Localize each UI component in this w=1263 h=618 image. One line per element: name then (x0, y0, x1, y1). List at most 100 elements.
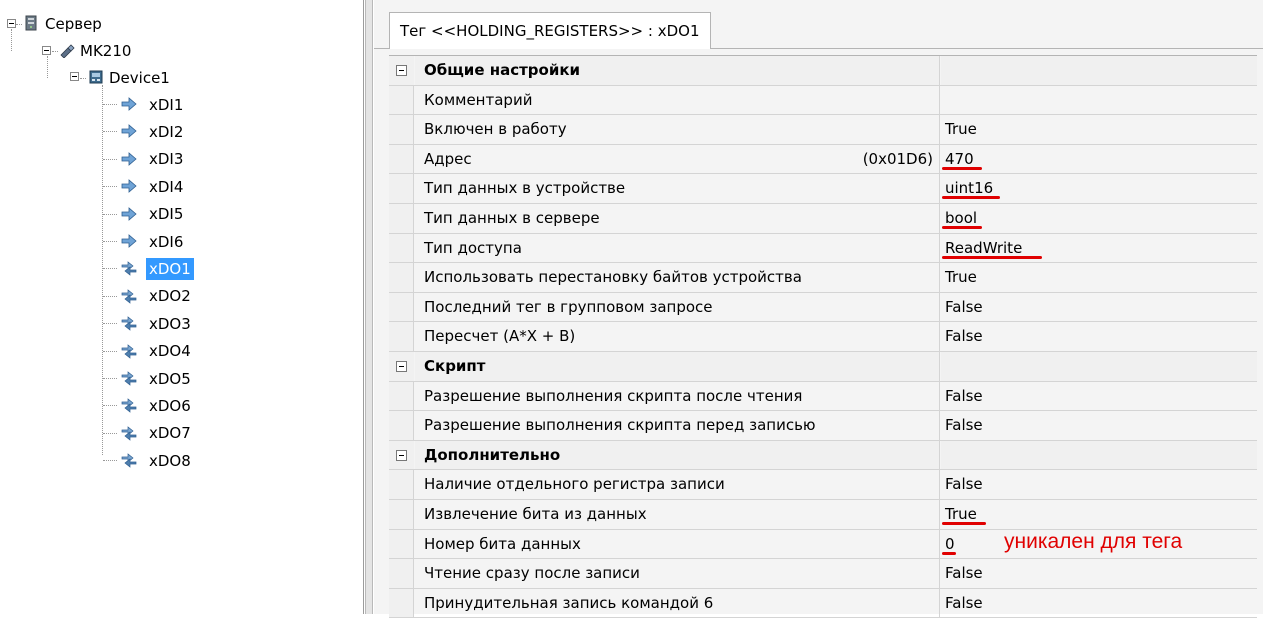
input-tag-icon (121, 179, 137, 194)
row-gutter (389, 559, 414, 588)
row-gutter (389, 263, 414, 292)
pane-splitter[interactable] (365, 0, 373, 614)
row-gutter (389, 529, 414, 559)
property-value[interactable]: False (941, 589, 1257, 618)
property-row[interactable]: Комментарий (389, 85, 1257, 116)
row-gutter (389, 470, 414, 499)
tree-node-controller[interactable]: MK210 (77, 37, 134, 63)
property-value[interactable]: False (941, 470, 1257, 499)
tree-node-device[interactable]: Device1 (106, 64, 173, 90)
property-category[interactable]: Скрипт (389, 351, 1257, 382)
row-gutter (389, 381, 414, 411)
input-tag-icon (121, 206, 137, 221)
collapse-toggle-server[interactable] (7, 19, 16, 28)
property-category[interactable]: Общие настройки (389, 56, 1257, 86)
property-row[interactable]: Разрешение выполнения скрипта после чтен… (389, 381, 1257, 412)
name-text: Разрешение выполнения скрипта после чтен… (424, 386, 803, 405)
property-row[interactable]: Тип данных в сервере bool (389, 203, 1257, 234)
row-gutter (389, 292, 414, 322)
property-row[interactable]: Тип доступа ReadWrite (389, 233, 1257, 264)
collapse-toggle-controller[interactable] (42, 46, 51, 55)
name-text: Адрес (424, 149, 472, 168)
tree-node-label: xDO5 (149, 369, 191, 388)
row-gutter (389, 440, 414, 470)
name-text: Пересчет (A*X + B) (424, 327, 576, 346)
property-row[interactable]: Использовать перестановку байтов устройс… (389, 263, 1257, 293)
tree-node-xdo1[interactable]: xDO1 (146, 255, 194, 281)
controller-icon (60, 44, 75, 58)
property-name: Комментарий (415, 85, 940, 115)
property-row[interactable]: Последний тег в групповом запросе False (389, 292, 1257, 323)
collapse-category-icon[interactable] (396, 65, 407, 76)
property-value[interactable]: True (941, 115, 1257, 144)
tree-node-xdo7[interactable]: xDO7 (146, 420, 194, 446)
name-text: Тип данных в устройстве (424, 179, 626, 198)
tree-node-xdo3[interactable]: xDO3 (146, 310, 194, 336)
collapse-toggle-device[interactable] (70, 72, 79, 81)
property-value[interactable]: 470 (941, 145, 1257, 174)
tree-node-xdo4[interactable]: xDO4 (146, 338, 194, 364)
property-row[interactable]: Тип данных в устройстве uint16 (389, 174, 1257, 204)
property-row[interactable]: Чтение сразу после записи False (389, 559, 1257, 589)
tree-node-label: xDI6 (149, 232, 184, 251)
collapse-category-icon[interactable] (396, 360, 407, 372)
property-row[interactable]: Пересчет (A*X + B) False (389, 322, 1257, 352)
input-tag-icon (121, 234, 137, 248)
category-title: Скрипт (415, 351, 940, 381)
property-value[interactable]: bool (941, 204, 1257, 233)
name-text: Использовать перестановку байтов устройс… (424, 268, 802, 287)
tree-node-xdi1[interactable]: xDI1 (146, 91, 186, 117)
name-text: Наличие отдельного регистра записи (424, 475, 725, 494)
tree-node-xdo6[interactable]: xDO6 (146, 392, 194, 418)
tree-node-label: xDI3 (149, 150, 184, 169)
tree-node-xdo5[interactable]: xDO5 (146, 365, 194, 391)
property-value[interactable]: False (941, 382, 1257, 411)
tree-node-label: xDO8 (149, 451, 191, 470)
name-text: Тип доступа (424, 238, 522, 257)
annotation-note: уникален для тега (1004, 529, 1183, 553)
tree-node-xdi6[interactable]: xDI6 (146, 228, 186, 254)
tree-node-xdi5[interactable]: xDI5 (146, 201, 186, 227)
collapse-category-icon[interactable] (396, 449, 407, 461)
category-value-cell (941, 440, 1257, 470)
property-name: Извлечение бита из данных (415, 499, 940, 529)
property-value[interactable]: False (941, 411, 1257, 440)
property-name: Использовать перестановку байтов устройс… (415, 263, 940, 292)
category-title: Общие настройки (415, 56, 940, 85)
property-value[interactable]: False (941, 322, 1257, 351)
tree-node-xdi3[interactable]: xDI3 (146, 146, 186, 172)
output-tag-icon (121, 316, 137, 331)
output-tag-icon (121, 398, 137, 414)
property-row[interactable]: Адрес (0x01D6) 470 (389, 144, 1257, 175)
tab-strip: Тег <<HOLDING_REGISTERS>> : xDO1 (374, 0, 1263, 49)
tree-node-label: xDO6 (149, 396, 191, 415)
properties-pane: Тег <<HOLDING_REGISTERS>> : xDO1 Общие н… (374, 0, 1263, 618)
property-value[interactable]: False (941, 293, 1257, 322)
row-gutter (389, 85, 414, 115)
property-value[interactable]: True (941, 263, 1257, 292)
output-tag-icon (121, 289, 137, 304)
row-gutter (389, 588, 414, 618)
property-row[interactable]: Наличие отдельного регистра записи False (389, 470, 1257, 500)
property-value[interactable]: False (941, 559, 1257, 588)
property-name: Включен в работу (415, 115, 940, 144)
property-row[interactable]: Включен в работу True (389, 115, 1257, 145)
property-name: Тип данных в устройстве (415, 174, 940, 203)
property-name: Тип доступа (415, 233, 940, 263)
tree-node-server[interactable]: Сервер (42, 10, 105, 36)
tab-tag-properties[interactable]: Тег <<HOLDING_REGISTERS>> : xDO1 (389, 12, 711, 49)
property-category[interactable]: Дополнительно (389, 440, 1257, 471)
tree-node-xdo8[interactable]: xDO8 (146, 447, 194, 473)
tree-node-xdo2[interactable]: xDO2 (146, 283, 194, 309)
property-value[interactable] (941, 86, 1257, 115)
tree-node-label: Сервер (45, 14, 102, 33)
tree-node-xdi4[interactable]: xDI4 (146, 173, 186, 199)
category-value-cell (941, 351, 1257, 381)
property-row[interactable]: Разрешение выполнения скрипта перед запи… (389, 411, 1257, 441)
project-tree[interactable]: Сервер MK210 Device1 xDI1 xDI2 xDI3 xDI4 xDI… (0, 0, 364, 614)
property-value[interactable]: True (941, 500, 1257, 529)
output-tag-icon (121, 371, 137, 386)
property-row[interactable]: Извлечение бита из данных True (389, 499, 1257, 530)
tree-node-xdi2[interactable]: xDI2 (146, 118, 186, 144)
row-gutter (389, 351, 414, 381)
